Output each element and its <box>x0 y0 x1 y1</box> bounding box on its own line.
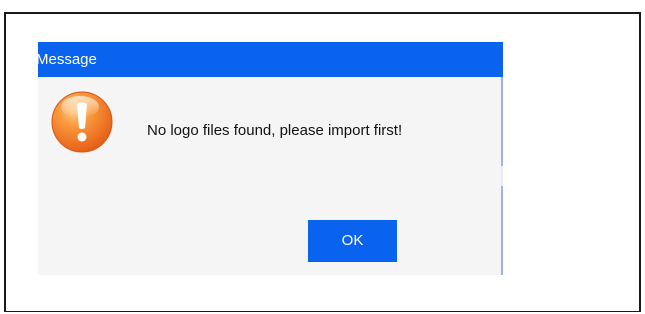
dialog-title-bar[interactable]: Message <box>38 42 503 77</box>
dialog-edge <box>501 77 503 275</box>
dialog-message: No logo files found, please import first… <box>147 122 403 139</box>
ok-button[interactable]: OK <box>308 220 397 262</box>
dialog-title: Message <box>38 51 97 68</box>
message-dialog: Message No logo files found, please impo… <box>38 42 503 275</box>
warning-icon <box>51 91 113 153</box>
